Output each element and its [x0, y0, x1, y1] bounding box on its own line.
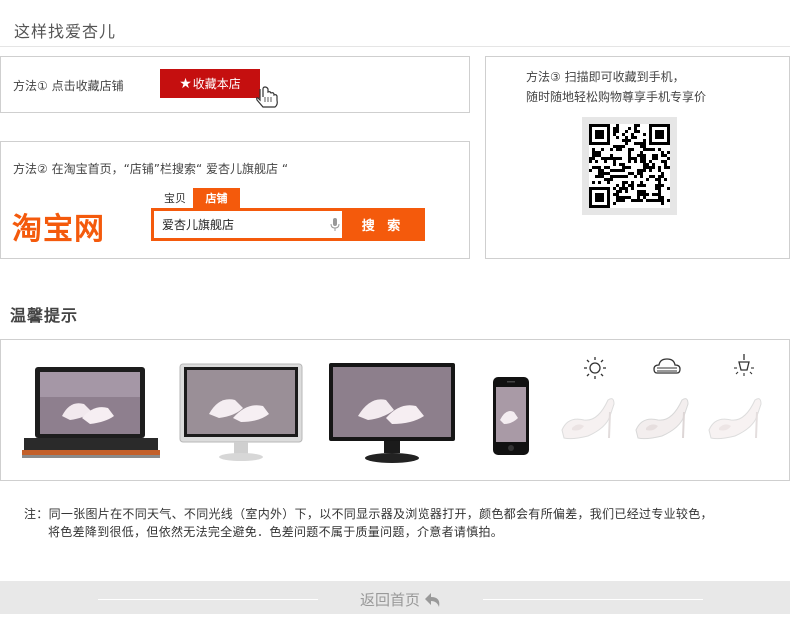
taobao-logo: 淘宝网: [12, 212, 105, 247]
laptop-icon: [22, 367, 160, 458]
microphone-icon[interactable]: [328, 217, 342, 233]
tips-title: 温馨提示: [10, 306, 79, 325]
monitor-icon: [179, 363, 303, 461]
sun-icon: [584, 357, 606, 379]
method3-line2: 随时随地轻松购物尊享手机专享价: [526, 90, 707, 104]
qr-code[interactable]: [589, 124, 670, 208]
search-button[interactable]: 搜 索: [344, 211, 422, 238]
method2-label: 方法② 在淘宝首页，“店铺”栏搜索“ 爱杏儿旗舰店 “: [13, 162, 289, 176]
tab-items[interactable]: 宝贝: [157, 188, 193, 208]
title-divider: [0, 46, 790, 47]
tv-monitor-icon: [329, 363, 455, 463]
footer-divider-right: [483, 599, 703, 600]
phone-icon: [493, 377, 529, 455]
tab-stores[interactable]: 店铺: [193, 188, 240, 208]
favorite-button-label: 收藏本店: [192, 77, 241, 91]
shoe-image-cloudy: [635, 398, 689, 440]
back-home-link[interactable]: 返回首页: [360, 589, 443, 610]
search-input[interactable]: [154, 211, 342, 238]
shoe-image-sunny: [561, 398, 615, 440]
method1-label: 方法① 点击收藏店铺: [13, 79, 124, 93]
qr-code-image: [589, 124, 670, 208]
back-home-label: 返回首页: [360, 591, 421, 609]
note-line2: 将色差降到很低，但依然无法完全避免．色差问题不属于质量问题，介意者请慎拍。: [48, 525, 504, 539]
note-line1: 注：同一张图片在不同天气、不同光线（室内外）下，以不同显示器及浏览器打开，颜色都…: [24, 507, 713, 521]
hand-cursor-icon: [256, 86, 278, 108]
footer-divider-left: [98, 599, 318, 600]
shoe-image-lamp: [708, 398, 762, 440]
method3-line1: 方法③ 扫描即可收藏到手机，: [526, 70, 685, 84]
page-title: 这样找爱杏儿: [14, 22, 117, 41]
favorite-store-button[interactable]: ★ 收藏本店: [160, 69, 260, 98]
lamp-icon: [734, 354, 754, 376]
return-arrow-icon: [425, 592, 440, 607]
cloud-icon: [653, 358, 681, 374]
star-icon: ★: [179, 75, 192, 92]
